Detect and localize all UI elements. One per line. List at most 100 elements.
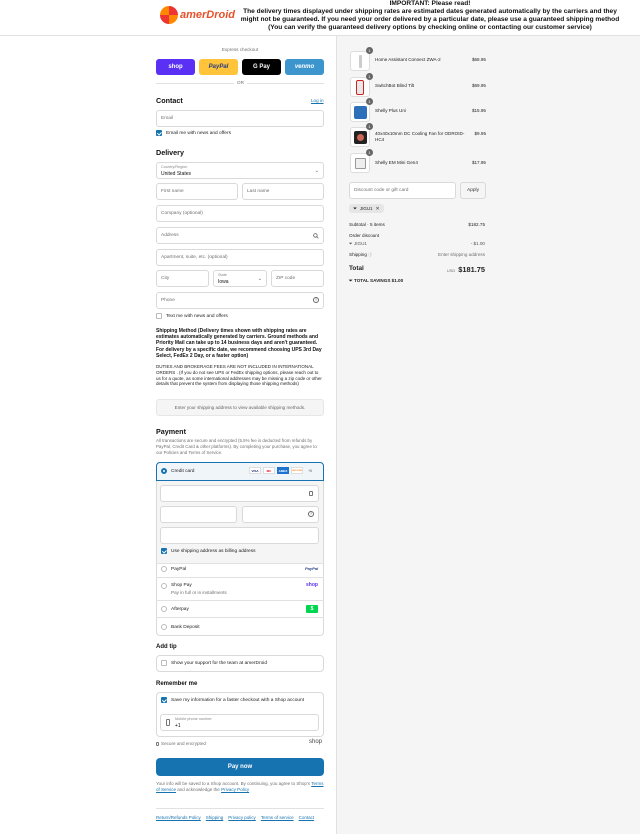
email-field[interactable]: Email	[156, 110, 324, 127]
tag-icon: ⏷	[353, 205, 358, 212]
contact-link[interactable]: Contact	[299, 815, 315, 820]
security-code-field[interactable]: ?	[242, 506, 319, 523]
privacy-link[interactable]: Privacy Policy	[221, 787, 249, 792]
billing-same-checkbox[interactable]	[161, 548, 167, 554]
country-value: United States	[161, 171, 192, 177]
pay-now-button[interactable]: Pay now	[156, 758, 324, 776]
notice-title: IMPORTANT: Please read!	[389, 0, 471, 7]
credit-card-radio[interactable]	[161, 468, 167, 474]
address-placeholder: Address	[161, 233, 179, 238]
last-name-field[interactable]: Last name	[242, 183, 324, 200]
close-icon[interactable]: ✕	[375, 206, 379, 212]
cart-item: 1 Shelly EM Mini Gen4 $17.95	[350, 149, 486, 175]
discount-code-row: ⏷ JIGU1 - $1.00	[349, 241, 485, 246]
product-thumbnail	[350, 102, 370, 122]
privacy-policy-link[interactable]: Privacy policy	[228, 815, 256, 820]
paypal-radio[interactable]	[161, 566, 167, 572]
product-thumbnail	[350, 153, 370, 173]
country-select[interactable]: Country/Region United States ⌄	[156, 162, 324, 179]
card-number-field[interactable]	[160, 485, 319, 502]
order-discount-row: Order discount	[349, 233, 485, 238]
express-checkout-label: Express checkout	[221, 47, 259, 52]
text-news-checkbox[interactable]	[156, 313, 162, 319]
zip-field[interactable]: ZIP code	[271, 270, 324, 287]
logo-icon	[160, 6, 178, 24]
first-name-field[interactable]: First name	[156, 183, 238, 200]
cart-item: 1 Home Assistant Connect ZWA-2 $68.95	[350, 47, 486, 73]
text-news-label: Text me with news and offers	[166, 314, 228, 319]
subtotal-label: Subtotal · 5 items	[349, 222, 385, 227]
divider	[156, 577, 324, 578]
or-divider: OR	[234, 80, 247, 85]
paypal-button[interactable]: PayPal	[199, 59, 238, 75]
email-placeholder: Email	[161, 116, 173, 121]
shipping-value: Enter shipping address	[438, 252, 485, 257]
product-name: Shelly Plus Uni	[375, 108, 406, 113]
card-brands: VISA MC AMEX DISCOVER +5	[249, 467, 315, 474]
email-news-label: Email me with news and offers	[166, 131, 231, 136]
cart-item: 1 40x40x10mm DC Cooling Fan for ODROID-H…	[350, 123, 487, 149]
afterpay-radio[interactable]	[161, 606, 167, 612]
help-icon[interactable]: ⓘ	[368, 252, 372, 257]
company-field[interactable]: Company (optional)	[156, 205, 324, 222]
discount-code-field[interactable]: Discount code or gift card	[349, 182, 456, 199]
mobile-phone-field[interactable]: Mobile phone number +1	[160, 714, 319, 731]
delivery-title: Delivery	[156, 148, 184, 157]
login-link[interactable]: Log in	[311, 98, 324, 103]
refund-policy-link[interactable]: Return/Refunds Policy	[156, 815, 201, 820]
apartment-field[interactable]: Apartment, suite, etc. (optional)	[156, 249, 324, 266]
name-on-card-field[interactable]	[160, 527, 319, 544]
payment-description: All transactions are secure and encrypte…	[156, 438, 317, 455]
discount-tag-code: JIGU1	[360, 206, 373, 211]
total-value: $181.75	[458, 265, 485, 274]
city-placeholder: City	[161, 276, 170, 281]
state-select[interactable]: State Iowa ⌄	[213, 270, 267, 287]
bank-deposit-radio[interactable]	[161, 624, 167, 630]
currency-label: USD	[446, 268, 456, 273]
tag-icon: ⏷	[349, 278, 353, 283]
phone-field[interactable]: Phone ?	[156, 292, 324, 309]
email-news-checkbox[interactable]	[156, 130, 162, 136]
zip-placeholder: ZIP code	[276, 276, 296, 281]
divider	[156, 600, 324, 601]
venmo-button[interactable]: venmo	[285, 59, 324, 75]
tip-checkbox[interactable]	[161, 660, 167, 666]
quantity-badge: 1	[366, 98, 373, 105]
cart-item: 1 Shelly Plus Uni $15.95	[350, 98, 486, 124]
shop-pay-radio[interactable]	[161, 583, 167, 589]
address-field[interactable]: Address	[156, 227, 324, 244]
company-placeholder: Company (optional)	[161, 211, 203, 216]
help-icon[interactable]: ?	[308, 511, 314, 517]
subtotal-row: Subtotal · 5 items $182.75	[349, 222, 485, 227]
shop-logo-icon: shop	[306, 582, 318, 588]
google-pay-button[interactable]: G Pay	[242, 59, 281, 75]
discover-icon: DISCOVER	[291, 467, 303, 474]
shop-pay-button[interactable]: shop	[156, 59, 195, 75]
shipping-link[interactable]: Shipping	[206, 815, 224, 820]
terms-of-service-link[interactable]: Terms of service	[261, 815, 294, 820]
total-row: Total USD $181.75	[349, 265, 485, 277]
city-field[interactable]: City	[156, 270, 209, 287]
save-info-checkbox[interactable]	[161, 697, 167, 703]
product-price: $9.95	[474, 131, 487, 136]
tip-title: Add tip	[156, 644, 177, 650]
discount-tag: ⏷ JIGU1 ✕	[349, 204, 384, 213]
store-logo[interactable]: amerDroid	[160, 6, 235, 24]
shipping-row: Shipping ⓘ Enter shipping address	[349, 252, 485, 258]
apply-button[interactable]: Apply	[460, 182, 486, 199]
phone-placeholder: Phone	[161, 298, 175, 303]
paypal-label: PayPal	[171, 567, 187, 572]
legal-mid: and acknowledge the	[177, 787, 220, 792]
last-name-placeholder: Last name	[247, 189, 270, 194]
shipping-notice: IMPORTANT: Please read! The delivery tim…	[236, 0, 624, 32]
product-image	[355, 158, 366, 169]
expiration-field[interactable]	[160, 506, 237, 523]
product-thumbnail	[350, 77, 370, 97]
lock-icon	[156, 741, 159, 746]
product-image-detail	[357, 134, 364, 141]
shop-logo-icon: shop	[309, 739, 323, 745]
secure-label: Secure and encrypted	[161, 741, 206, 746]
contact-title: Contact	[156, 96, 183, 105]
legal-text: Your info will be saved to a Shop accoun…	[156, 781, 328, 793]
help-icon[interactable]: ?	[313, 297, 319, 303]
